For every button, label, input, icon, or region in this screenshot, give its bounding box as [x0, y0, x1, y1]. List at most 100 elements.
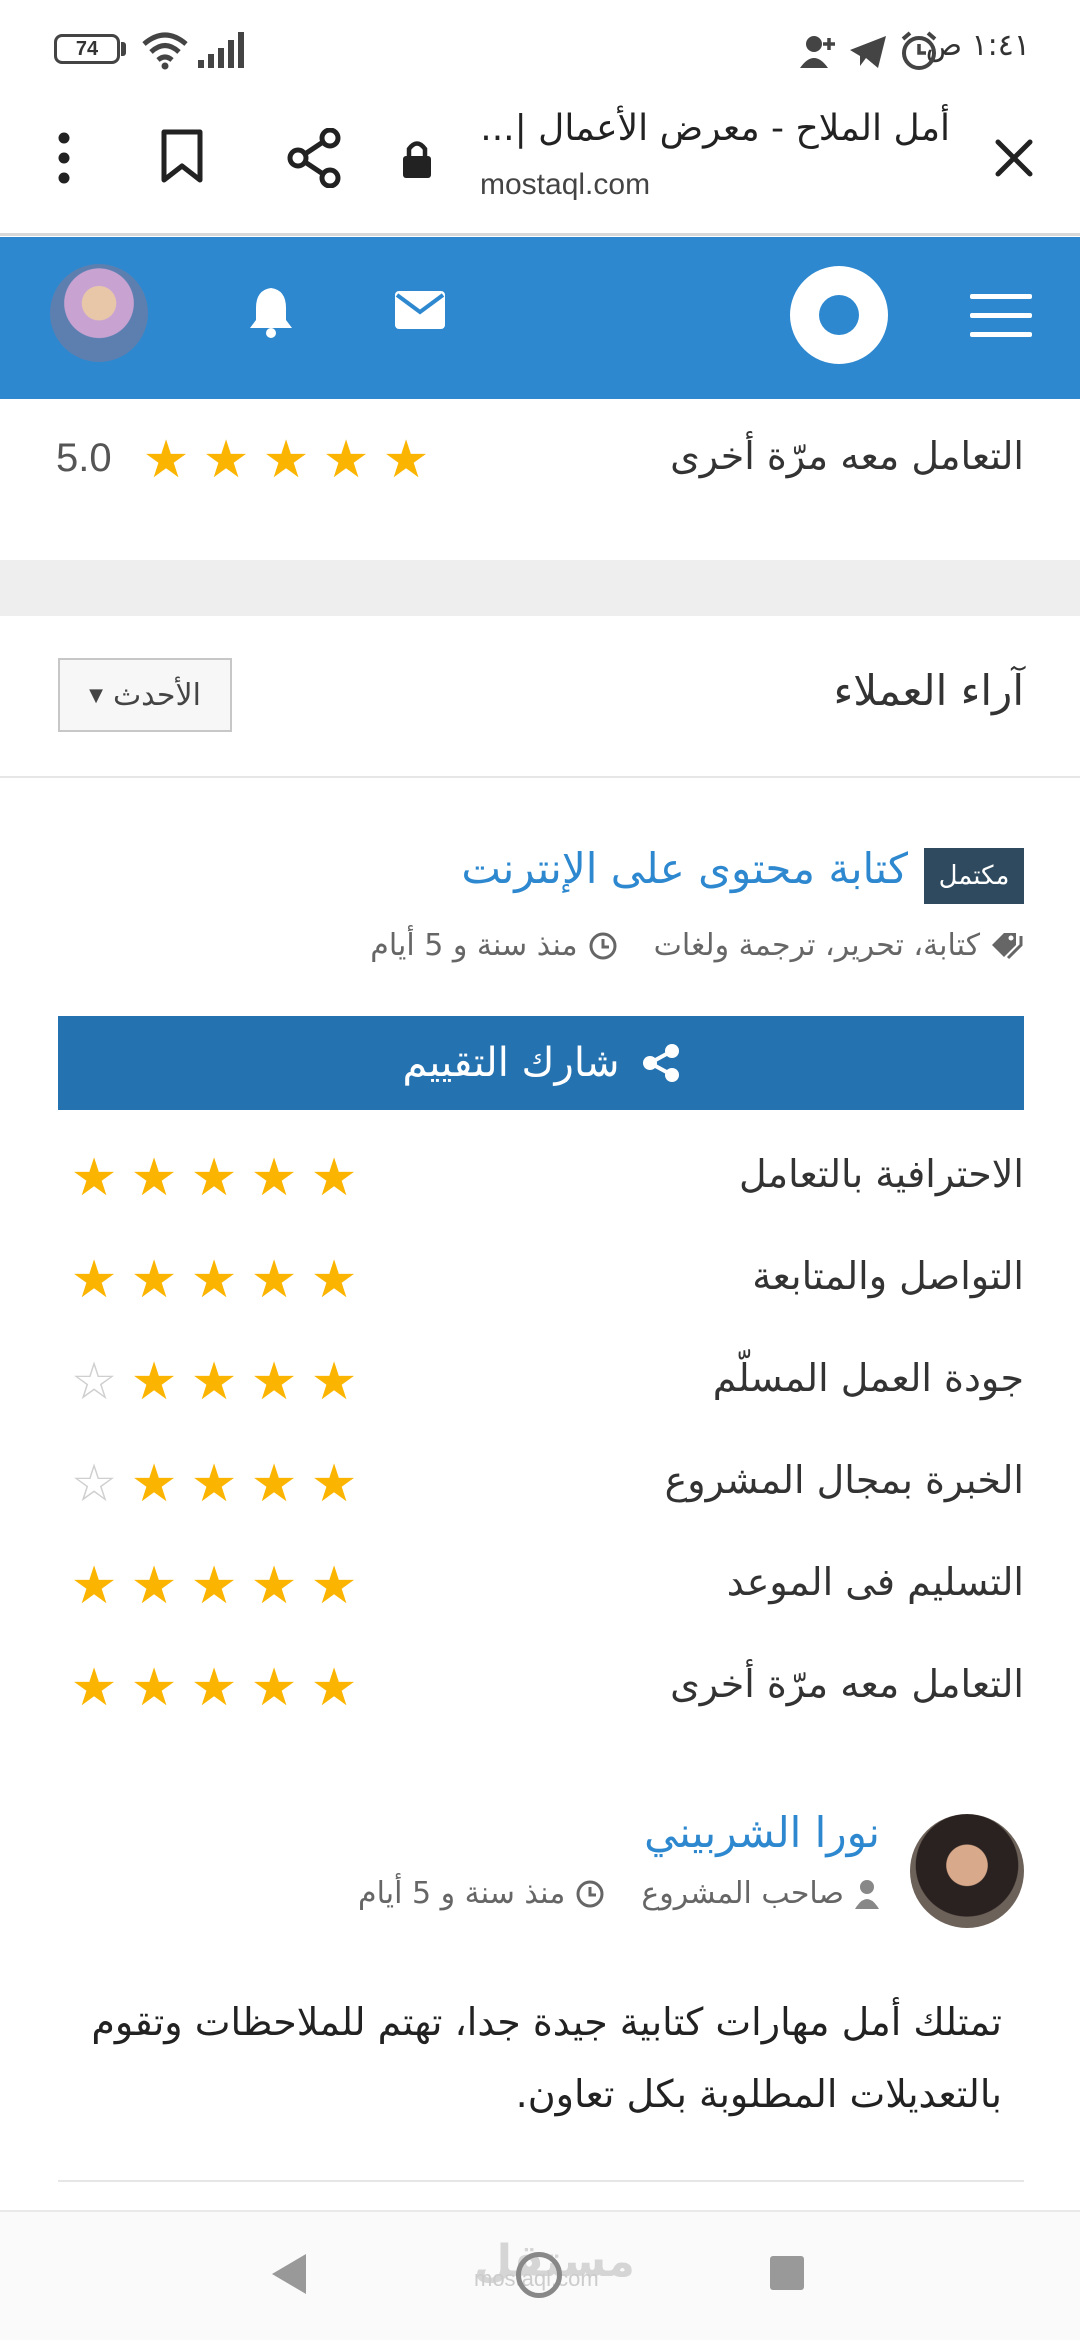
- rating-score: 5.0: [56, 436, 112, 480]
- reviewer-time: منذ سنة و 5 أيام: [358, 1876, 566, 1911]
- star-icon: ★: [322, 430, 370, 490]
- clock-icon: [589, 932, 617, 959]
- reviews-title: آراء العملاء: [833, 666, 1024, 715]
- tag-icon: [992, 932, 1023, 959]
- menu-icon[interactable]: [970, 294, 1032, 299]
- project-tags[interactable]: كتابة، تحرير، ترجمة ولغات: [654, 928, 980, 963]
- telegram-icon: [850, 36, 886, 68]
- star-icon: ★: [142, 430, 190, 490]
- star-icon: ★: [130, 1556, 178, 1616]
- sort-label: الأحدث: [112, 677, 201, 713]
- star-icon: ★: [250, 1148, 298, 1208]
- share-review-button[interactable]: شارك التقييم: [58, 1016, 1024, 1110]
- criterion-label: الخبرة بمجال المشروع: [664, 1458, 1024, 1502]
- page-title[interactable]: أمل الملاح - معرض الأعمال |...: [480, 108, 950, 149]
- criterion-stars: ★ ★ ★ ★ ★: [64, 1250, 364, 1310]
- share-icon[interactable]: [286, 128, 342, 188]
- bookmark-icon[interactable]: [160, 128, 204, 184]
- criterion-stars: ★ ★ ★ ★ ★: [64, 1658, 364, 1718]
- site-header: [0, 237, 1080, 399]
- reviewer-role: صاحب المشروع: [641, 1876, 844, 1911]
- top-rating-stars: ★ ★ ★ ★ ★: [136, 430, 436, 490]
- star-icon: ★: [310, 1352, 358, 1412]
- project-title-link[interactable]: كتابة محتوى على الإنترنت: [461, 844, 908, 893]
- home-icon[interactable]: [516, 2252, 562, 2298]
- project-time: منذ سنة و 5 أيام: [370, 928, 578, 963]
- star-icon: ★: [190, 1556, 238, 1616]
- share-icon: [642, 1044, 679, 1082]
- star-icon: ★: [70, 1658, 118, 1718]
- star-icon: ★: [190, 1250, 238, 1310]
- star-icon: ★: [190, 1352, 238, 1412]
- criterion-label: التعامل معه مرّة أخرى: [670, 1662, 1024, 1706]
- star-icon: ★: [310, 1250, 358, 1310]
- star-icon: ★: [190, 1454, 238, 1514]
- criterion-stars: ★ ★ ★ ★ ★: [64, 1556, 364, 1616]
- mail-icon[interactable]: [394, 290, 446, 330]
- reviewer-avatar[interactable]: [910, 1814, 1024, 1928]
- criterion-label: التسليم فى الموعد: [726, 1560, 1024, 1604]
- star-icon: ★: [250, 1556, 298, 1616]
- battery-tip: [121, 42, 126, 56]
- star-icon: ★: [190, 1658, 238, 1718]
- criterion-label: جودة العمل المسلّم: [712, 1356, 1024, 1400]
- star-icon: ★: [310, 1148, 358, 1208]
- star-icon: ★: [202, 430, 250, 490]
- star-icon: ★: [130, 1658, 178, 1718]
- star-icon: ★: [250, 1250, 298, 1310]
- star-icon: ★: [250, 1352, 298, 1412]
- criterion-stars: ☆ ★ ★ ★ ★: [64, 1352, 364, 1412]
- star-icon: ★: [130, 1148, 178, 1208]
- status-badge: مكتمل: [924, 848, 1024, 904]
- star-icon: ★: [310, 1454, 358, 1514]
- more-vert-icon[interactable]: [54, 128, 74, 188]
- bell-icon[interactable]: [246, 284, 296, 338]
- criterion-stars: ★ ★ ★ ★ ★: [64, 1148, 364, 1208]
- share-review-label: شارك التقييم: [402, 1040, 620, 1086]
- star-icon: ★: [310, 1556, 358, 1616]
- star-icon: ★: [250, 1658, 298, 1718]
- project-meta: كتابة، تحرير، ترجمة ولغات منذ سنة و 5 أي…: [370, 928, 1024, 963]
- review-text: تمتلك أمل مهارات كتابية جيدة جدا، تهتم ل…: [91, 2000, 1002, 2116]
- star-icon: ★: [262, 430, 310, 490]
- lock-icon: [403, 141, 431, 178]
- star-icon: ☆: [70, 1352, 118, 1412]
- star-icon: ★: [70, 1556, 118, 1616]
- criterion-label: الاحترافية بالتعامل: [738, 1152, 1024, 1196]
- divider: [0, 776, 1080, 778]
- reviewer-name-link[interactable]: نورا الشربيني: [644, 1808, 880, 1857]
- close-icon[interactable]: [994, 138, 1034, 178]
- clock-icon: [576, 1880, 604, 1907]
- star-icon: ★: [130, 1250, 178, 1310]
- signal-icon: [198, 32, 244, 68]
- menu-icon-bar: [970, 313, 1032, 318]
- sort-dropdown[interactable]: الأحدث ▼: [58, 658, 232, 732]
- criterion-stars: ☆ ★ ★ ★ ★: [64, 1454, 364, 1514]
- top-rating-label: التعامل معه مرّة أخرى: [670, 434, 1024, 478]
- battery-icon: 74: [54, 34, 120, 64]
- status-time: ١:٤١ ص: [925, 28, 1030, 63]
- user-icon: [855, 1879, 879, 1909]
- criterion-label: التواصل والمتابعة: [752, 1254, 1024, 1298]
- star-icon: ☆: [70, 1454, 118, 1514]
- user-avatar[interactable]: [50, 264, 148, 362]
- star-icon: ★: [70, 1250, 118, 1310]
- star-icon: ★: [130, 1352, 178, 1412]
- divider: [58, 2180, 1024, 2182]
- star-icon: ★: [70, 1148, 118, 1208]
- menu-icon-bar: [970, 332, 1032, 337]
- recents-icon[interactable]: [770, 2256, 804, 2290]
- star-icon: ★: [250, 1454, 298, 1514]
- caret-down-icon: ▼: [89, 684, 103, 706]
- star-icon: ★: [130, 1454, 178, 1514]
- section-divider: [0, 560, 1080, 616]
- site-logo-inner: [819, 295, 859, 335]
- wifi-icon: [142, 32, 188, 70]
- star-icon: ★: [382, 430, 430, 490]
- alarm-icon: [901, 31, 937, 70]
- star-icon: ★: [190, 1148, 238, 1208]
- star-icon: ★: [310, 1658, 358, 1718]
- page-domain[interactable]: mostaql.com: [480, 168, 650, 202]
- back-icon[interactable]: [272, 2254, 306, 2294]
- reviewer-meta: صاحب المشروع منذ سنة و 5 أيام: [358, 1876, 880, 1911]
